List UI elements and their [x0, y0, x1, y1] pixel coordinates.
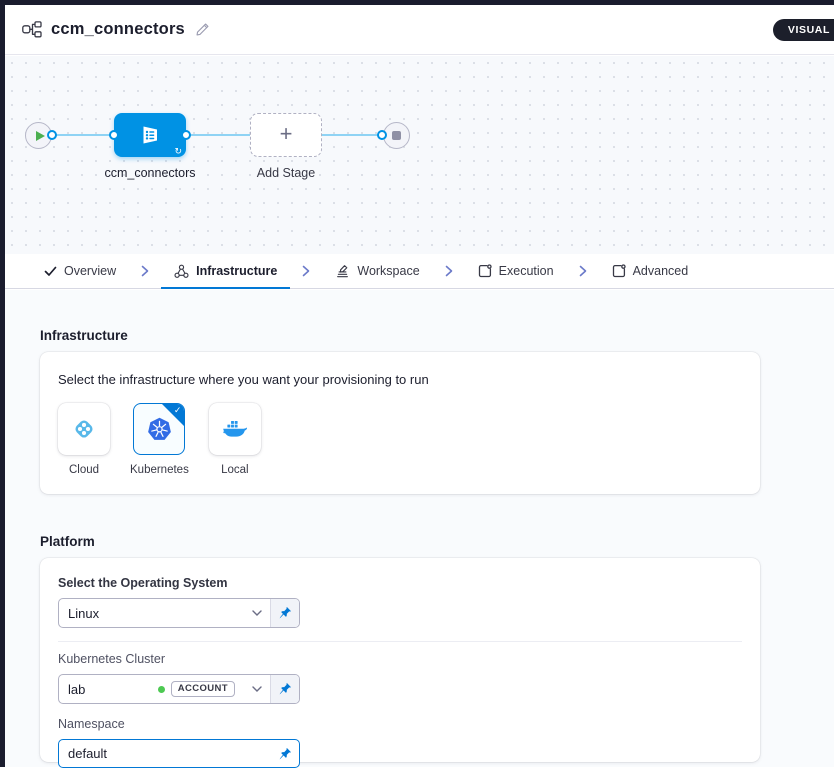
docker-icon	[222, 418, 248, 440]
execution-icon	[478, 264, 492, 278]
plus-icon: +	[280, 123, 293, 145]
os-select[interactable]: Linux	[58, 598, 300, 628]
window-top-edge	[0, 0, 834, 5]
chevron-right-icon	[445, 265, 453, 277]
cluster-fixed-value-pin-icon[interactable]	[270, 675, 299, 703]
cloud-icon	[71, 416, 97, 442]
stage-condition-icon: ↻	[174, 147, 182, 156]
namespace-input-value[interactable]: default	[59, 740, 270, 767]
pipeline-graph-icon	[22, 21, 42, 38]
cloud-option-label: Cloud	[69, 464, 99, 476]
tab-workspace[interactable]: Workspace	[322, 254, 432, 288]
local-option-card[interactable]	[209, 403, 261, 455]
infrastructure-prompt: Select the infrastructure where you want…	[58, 372, 742, 387]
stage-tab-bar: Overview Infrastructure Workspace	[5, 254, 834, 289]
advanced-icon	[612, 264, 626, 278]
edit-pencil-icon[interactable]	[195, 22, 210, 37]
visual-yaml-toggle[interactable]: VISUAL	[773, 19, 834, 41]
infra-option-kubernetes: ✓ Kubernetes	[130, 403, 189, 476]
add-stage-button[interactable]: +	[250, 113, 322, 157]
connector-port	[181, 130, 191, 140]
os-select-value[interactable]: Linux	[59, 599, 244, 627]
local-option-label: Local	[221, 464, 249, 476]
end-node	[383, 122, 410, 149]
infra-option-local: Local	[209, 403, 261, 476]
namespace-fixed-value-pin-icon[interactable]	[270, 740, 299, 767]
check-icon	[44, 266, 57, 277]
scope-badge: ACCOUNT	[171, 681, 235, 697]
pipeline-title: ccm_connectors	[51, 20, 185, 39]
infra-option-cloud: Cloud	[58, 403, 110, 476]
platform-card: Select the Operating System Linux Kubern…	[40, 558, 760, 762]
infrastructure-panel: Infrastructure Select the infrastructure…	[5, 290, 834, 767]
infrastructure-icon	[174, 264, 189, 279]
custom-stage-icon	[138, 123, 162, 147]
cluster-field-label: Kubernetes Cluster	[58, 652, 742, 667]
stop-icon	[392, 131, 401, 140]
selected-check-icon: ✓	[174, 405, 182, 416]
chevron-down-icon[interactable]	[244, 675, 270, 703]
flow-connector-line	[38, 134, 396, 136]
connector-status-dot	[158, 686, 165, 693]
chevron-right-icon	[141, 265, 149, 277]
namespace-input[interactable]: default	[58, 739, 300, 768]
chevron-right-icon	[302, 265, 310, 277]
cloud-option-card[interactable]	[58, 403, 110, 455]
os-fixed-value-pin-icon[interactable]	[270, 599, 299, 627]
cluster-select-value[interactable]: lab	[68, 682, 85, 697]
tab-execution[interactable]: Execution	[465, 254, 567, 288]
platform-section-heading: Platform	[40, 534, 95, 549]
play-icon	[36, 131, 45, 141]
connector-port	[377, 130, 387, 140]
pipeline-canvas[interactable]: ↻ + ccm_connectors Add Stage	[5, 56, 834, 254]
kubernetes-option-card[interactable]: ✓	[133, 403, 185, 455]
workspace-icon	[335, 264, 350, 279]
kubernetes-option-label: Kubernetes	[130, 464, 189, 476]
os-field-label: Select the Operating System	[58, 576, 742, 591]
add-stage-label: Add Stage	[211, 166, 361, 180]
tab-advanced[interactable]: Advanced	[599, 254, 702, 288]
stage-node-label: ccm_connectors	[75, 166, 225, 180]
chevron-down-icon[interactable]	[244, 599, 270, 627]
cluster-select[interactable]: lab ACCOUNT	[58, 674, 300, 704]
pipeline-header: ccm_connectors VISUAL	[5, 5, 834, 55]
infrastructure-card: Select the infrastructure where you want…	[40, 352, 760, 494]
tab-infrastructure[interactable]: Infrastructure	[161, 254, 290, 288]
infrastructure-section-heading: Infrastructure	[40, 328, 128, 343]
infrastructure-options: Cloud	[58, 403, 742, 476]
namespace-field-label: Namespace	[58, 717, 742, 732]
window-left-edge	[0, 0, 5, 767]
connector-port	[47, 130, 57, 140]
connector-port	[109, 130, 119, 140]
tab-overview[interactable]: Overview	[31, 254, 129, 288]
stage-node-ccm-connectors[interactable]: ↻	[114, 113, 186, 157]
chevron-right-icon	[579, 265, 587, 277]
field-divider	[58, 641, 742, 642]
